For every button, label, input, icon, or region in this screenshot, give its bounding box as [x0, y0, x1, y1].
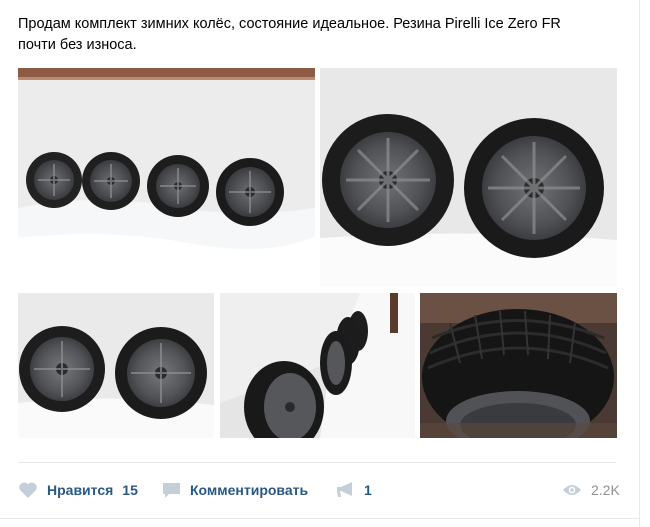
post-photo-5[interactable]: [420, 293, 617, 438]
comment-button[interactable]: Комментировать: [162, 478, 308, 502]
like-button[interactable]: Нравится 15: [18, 478, 138, 502]
megaphone-icon: [337, 482, 352, 497]
wheels-photo-image: [18, 68, 315, 287]
tire-tread-image: [420, 293, 617, 438]
share-button[interactable]: 1: [336, 478, 372, 502]
share-count: 1: [364, 482, 372, 498]
comment-label: Комментировать: [190, 482, 309, 498]
like-label: Нравится: [47, 482, 114, 498]
like-count: 15: [122, 482, 138, 498]
views-count: 2.2K: [591, 482, 620, 498]
post-photo-4[interactable]: [220, 293, 415, 438]
post-text-line-2: почти без износа.: [18, 37, 137, 53]
actions-divider: [18, 462, 616, 463]
heart-icon: [19, 482, 37, 498]
post-photo-3[interactable]: [18, 293, 214, 438]
post-photo-2[interactable]: [320, 68, 617, 287]
post-actions-bar: Нравится 15 Комментировать 1 2.2K: [18, 478, 620, 502]
wheels-perspective-image: [220, 293, 415, 438]
post-bottom-border: [0, 518, 640, 519]
post-photo-1[interactable]: [18, 68, 315, 287]
post-text: Продам комплект зимних колёс, состояние …: [18, 14, 618, 56]
post-right-border: [639, 0, 640, 527]
wheels-closeup-image: [320, 68, 617, 287]
eye-icon: [563, 485, 581, 495]
post-text-line-1: Продам комплект зимних колёс, состояние …: [18, 16, 561, 32]
comment-icon: [163, 483, 180, 498]
two-wheels-image: [18, 293, 214, 438]
views-counter: 2.2K: [562, 478, 620, 502]
